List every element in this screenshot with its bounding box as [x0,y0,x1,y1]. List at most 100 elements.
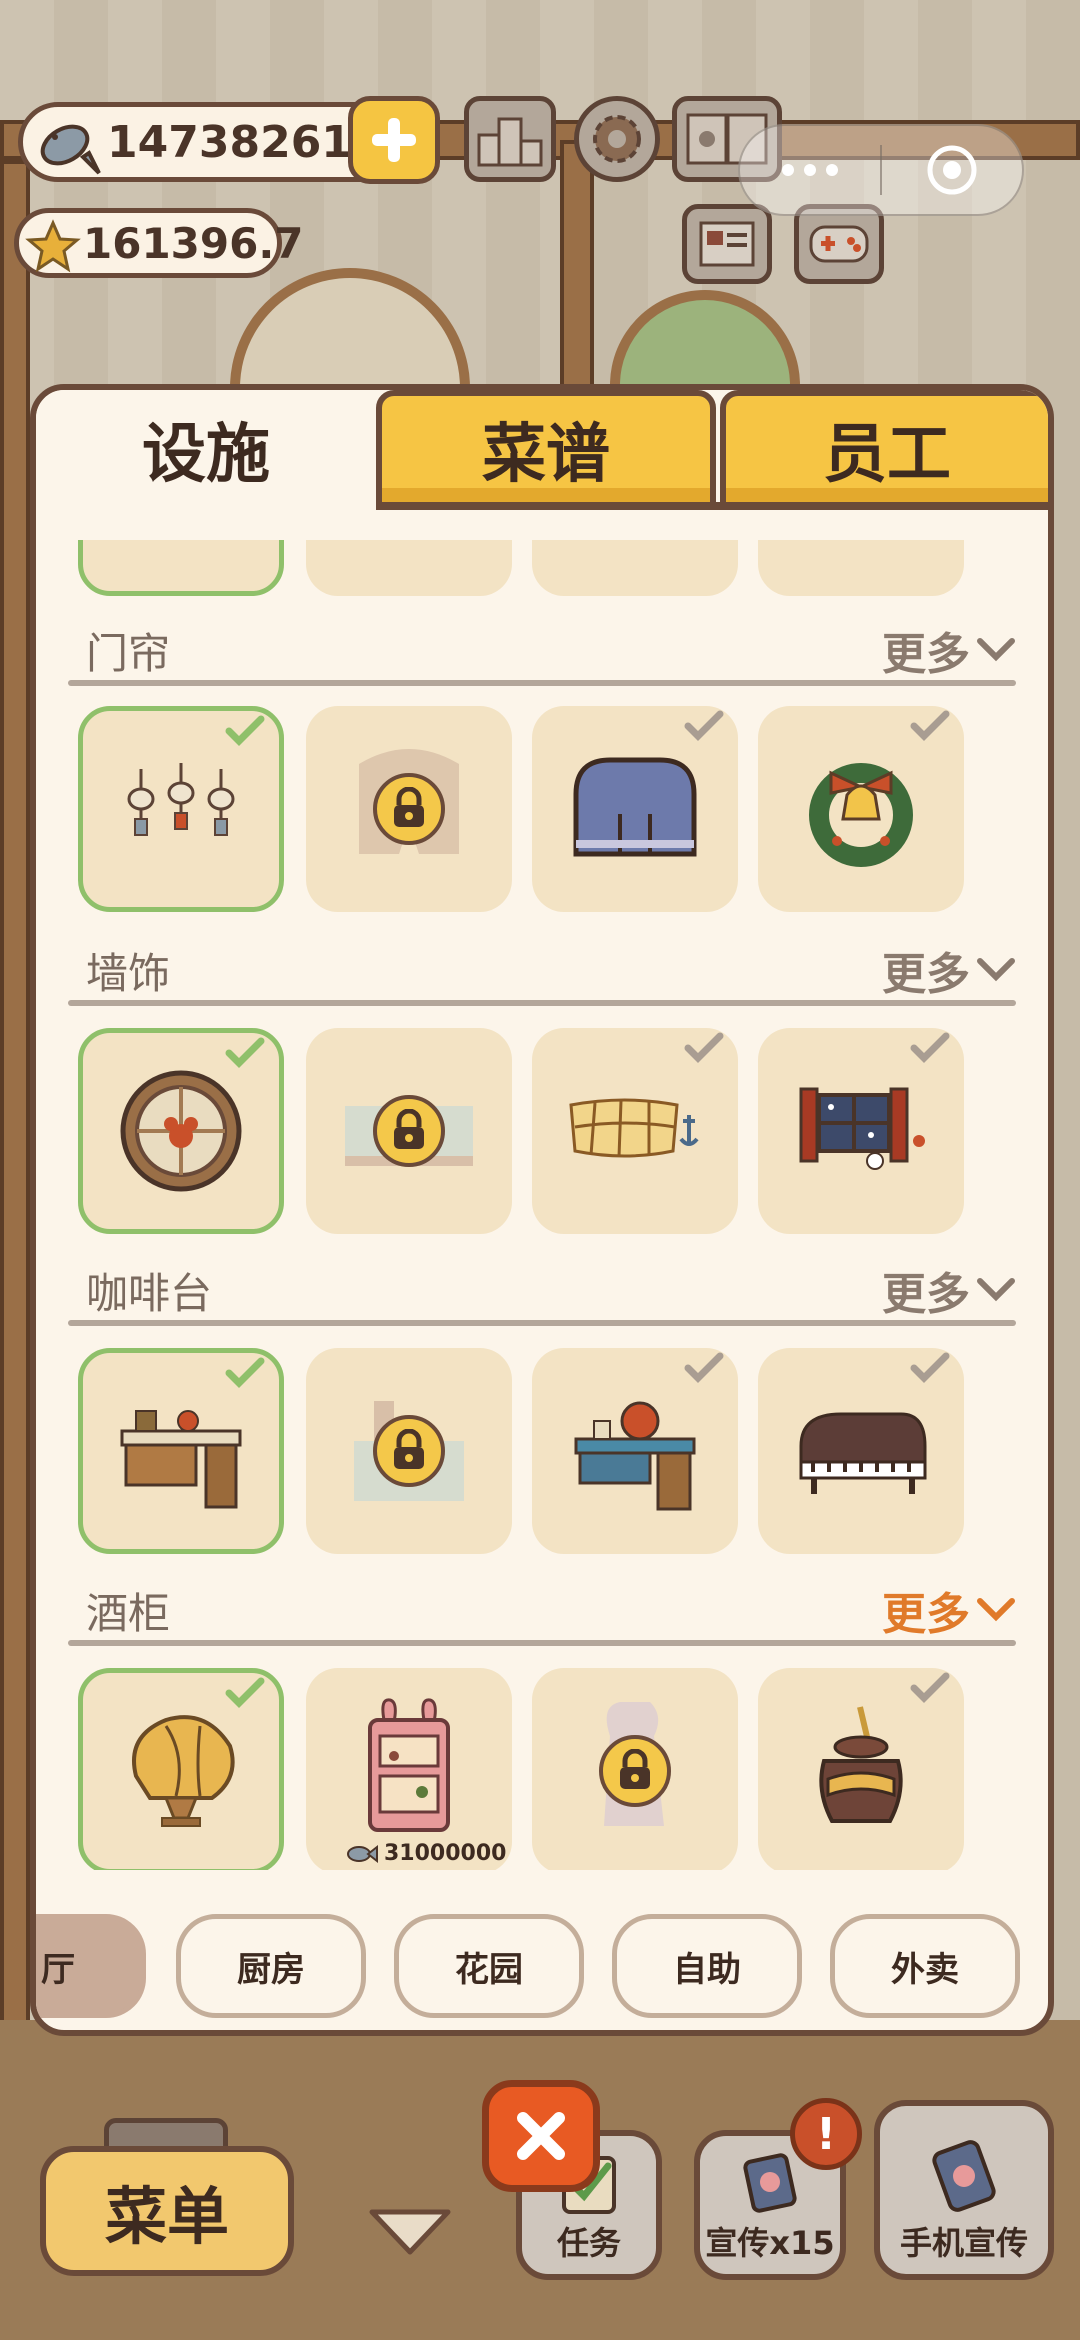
category-title: 墙饰 [86,948,171,998]
teapot-counter-icon [574,1401,696,1511]
chevron-down-icon [977,1598,1015,1622]
badge-label: ! [815,2108,837,2160]
lock-icon [620,1749,650,1789]
notification-badge: ! [790,2098,862,2170]
facility-item-locked[interactable] [306,1348,512,1554]
facility-list[interactable]: 门帘 更多 墙饰 更多 咖啡台 更多 酒柜 更多 31000000 [36,540,1048,1870]
lock-badge [373,773,445,845]
tab-label: 设施 [142,418,270,492]
wood-post-left [0,160,30,2160]
category-header: 酒柜 更多 [68,1580,1016,1640]
facility-item-wood-counter[interactable] [78,1348,284,1554]
settings-button[interactable] [574,96,660,182]
more-label: 更多 [882,949,970,1000]
tab-underline [376,502,1048,510]
facility-item-round-window[interactable] [78,1028,284,1234]
phone-promo-button[interactable]: 手机宣传 [874,2100,1054,2280]
facility-item[interactable] [306,540,512,596]
shop-panel: 设施 菜谱 员工 门帘 更多 墙饰 更多 咖啡台 更多 酒柜 更多 310000… [30,384,1054,2036]
facility-item[interactable] [758,540,964,596]
room-tab-takeout[interactable]: 外卖 [830,1914,1020,2018]
check-icon [910,710,950,741]
star-currency: 161396.7 [14,208,304,278]
check-icon [684,710,724,741]
check-icon [225,1677,265,1708]
ranking-button[interactable] [464,96,556,182]
room-label: 厅 [41,1949,75,1990]
more-button[interactable]: 更多 [882,938,1016,1002]
check-icon [225,715,265,746]
more-button[interactable]: 更多 [882,1578,1016,1642]
check-icon [910,1352,950,1383]
blue-curtain-icon [573,757,697,857]
gamepad-icon [809,225,869,263]
room-label: 自助 [673,1949,741,1990]
facility-item-wind-chimes[interactable] [78,706,284,912]
chevron-down-icon [977,1278,1015,1302]
facility-item-christmas-wreath[interactable] [758,706,964,912]
category-divider [68,680,1016,686]
tab-facilities[interactable]: 设施 [36,390,376,508]
check-icon [684,1352,724,1383]
ranking-icon [477,117,543,167]
tab-recipes[interactable]: 菜谱 [376,390,716,508]
facility-item-piano-counter[interactable] [758,1348,964,1554]
fish-icon [40,124,101,175]
menu-button[interactable]: 菜单 [40,2146,294,2276]
collapse-arrow-icon[interactable] [366,2206,454,2258]
task-label: 任务 [556,2224,621,2262]
chevron-down-icon [977,958,1015,982]
menu-label: 菜单 [104,2180,229,2253]
more-label: 更多 [882,629,970,680]
wood-post [560,140,594,390]
facility-item-barrel-cabinet[interactable] [758,1668,964,1870]
add-currency-button[interactable] [348,96,440,184]
more-options-button[interactable] [740,164,880,176]
facility-item-blue-curtain[interactable] [532,706,738,912]
star-icon [25,219,81,273]
tab-label: 菜谱 [482,418,610,492]
promo-label: 宣传x15 [705,2224,835,2262]
category-divider [68,1320,1016,1326]
mini-program-capsule [738,124,1024,216]
facility-item-locked[interactable] [306,1028,512,1234]
check-icon [684,1032,724,1063]
snowy-window-icon [799,1087,925,1170]
facility-item-locked[interactable] [306,706,512,912]
facility-item-teapot-counter[interactable] [532,1348,738,1554]
lock-icon [394,787,424,827]
bunny-cabinet-icon [368,1698,450,1832]
game-button[interactable] [794,204,884,284]
dot-icon [782,164,794,176]
exit-button[interactable] [882,143,1022,197]
facility-item-fishing-net[interactable] [532,1028,738,1234]
more-button[interactable]: 更多 [882,618,1016,682]
category-divider [68,1000,1016,1006]
facility-item[interactable] [78,540,284,596]
more-button[interactable]: 更多 [882,1258,1016,1322]
room-tab-garden[interactable]: 花园 [394,1914,584,2018]
room-label: 花园 [455,1949,523,1990]
piano-icon [799,1412,927,1494]
room-tab-kitchen[interactable]: 厨房 [176,1914,366,2018]
facility-item-bunny-cabinet[interactable]: 31000000 [306,1668,512,1870]
check-icon [225,1357,265,1388]
lock-badge [373,1415,445,1487]
category-header: 门帘 更多 [68,620,1016,680]
category-title: 酒柜 [86,1588,171,1638]
facility-item[interactable] [532,540,738,596]
check-icon [910,1672,950,1703]
room-tab-current[interactable]: 厅 [36,1914,146,2018]
phone-promo-icon [932,2140,996,2212]
facility-item-shell-cabinet[interactable] [78,1668,284,1870]
facility-item-locked[interactable] [532,1668,738,1870]
category-title: 门帘 [86,628,171,678]
tab-staff[interactable]: 员工 [720,390,1048,508]
room-tab-buffet[interactable]: 自助 [612,1914,802,2018]
target-icon [927,145,977,195]
notice-button[interactable] [682,204,772,284]
facility-item-snow-window[interactable] [758,1028,964,1234]
room-label: 厨房 [237,1949,305,1990]
chevron-down-icon [977,638,1015,662]
close-button[interactable] [482,2080,600,2192]
